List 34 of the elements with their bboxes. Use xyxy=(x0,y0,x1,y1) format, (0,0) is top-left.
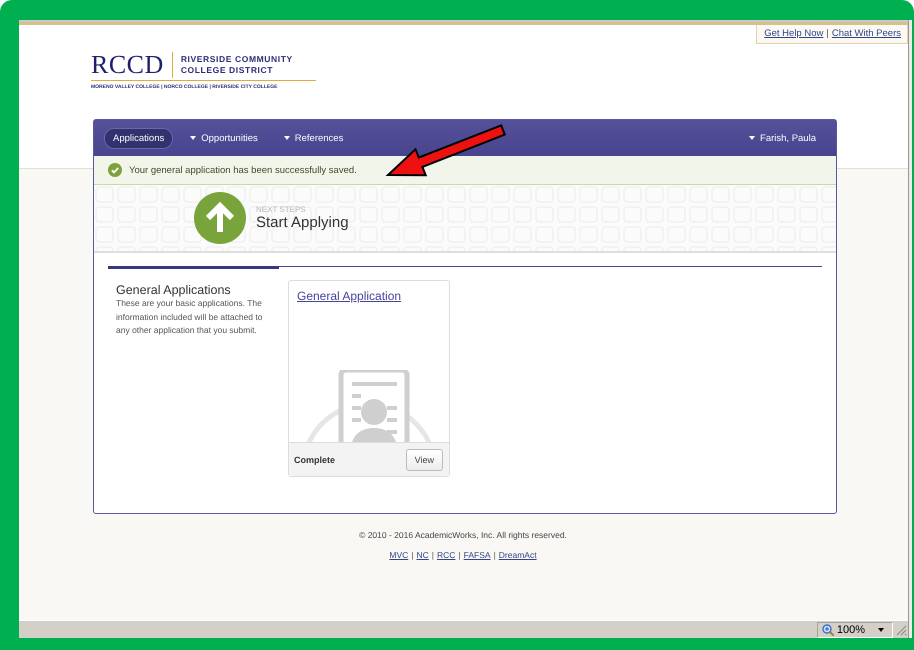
footer-link[interactable]: MVC xyxy=(389,550,408,560)
nav-tab[interactable]: Applications xyxy=(104,128,174,148)
status-text: Complete xyxy=(294,454,336,464)
footer-link[interactable]: DreamAct xyxy=(498,550,537,560)
separator-text: | xyxy=(432,550,434,560)
section-title: General Applications xyxy=(116,283,232,297)
footer-link[interactable]: NC xyxy=(416,550,429,560)
banner-title: Start Applying xyxy=(256,214,349,231)
nav-tab[interactable]: Opportunities xyxy=(181,128,267,148)
eyebrow-text: NEXT STEPS xyxy=(256,205,307,214)
logo-wordmark: RCCD xyxy=(91,52,173,78)
copyright-text: © 2010 - 2016 AcademicWorks, Inc. All rights reserved. xyxy=(359,530,567,540)
view-button[interactable]: View xyxy=(406,448,443,470)
separator-text: | xyxy=(411,550,414,560)
zoom-control[interactable]: 100% xyxy=(816,622,893,638)
logo-text: COLLEGE DISTRICT xyxy=(180,65,274,76)
user-menu[interactable]: Farish, Paula xyxy=(740,128,826,148)
zoom-level: 100% xyxy=(836,624,865,636)
alert-message: Your general application has been successfully saved. xyxy=(129,164,357,176)
check-icon xyxy=(108,163,122,177)
application-link[interactable]: General Application xyxy=(289,281,449,303)
resize-grip-icon xyxy=(895,624,907,636)
zoom-icon xyxy=(822,624,834,636)
separator-text: | xyxy=(458,550,461,560)
separator-text: | xyxy=(494,550,496,560)
help-link[interactable]: Get Help Now xyxy=(764,28,824,39)
separator-text: | xyxy=(826,28,829,39)
nav-tab[interactable]: References xyxy=(274,128,352,148)
footer-link[interactable]: RCC xyxy=(437,550,456,560)
help-link[interactable]: Chat With Peers xyxy=(832,28,901,39)
caret-icon xyxy=(878,628,884,632)
logo-text: RIVERSIDE COMMUNITY xyxy=(180,54,293,65)
section-description: These are your basic applications. The information included will be attached to any other application that you submit. xyxy=(116,297,264,337)
footer-link[interactable]: FAFSA xyxy=(464,550,491,560)
